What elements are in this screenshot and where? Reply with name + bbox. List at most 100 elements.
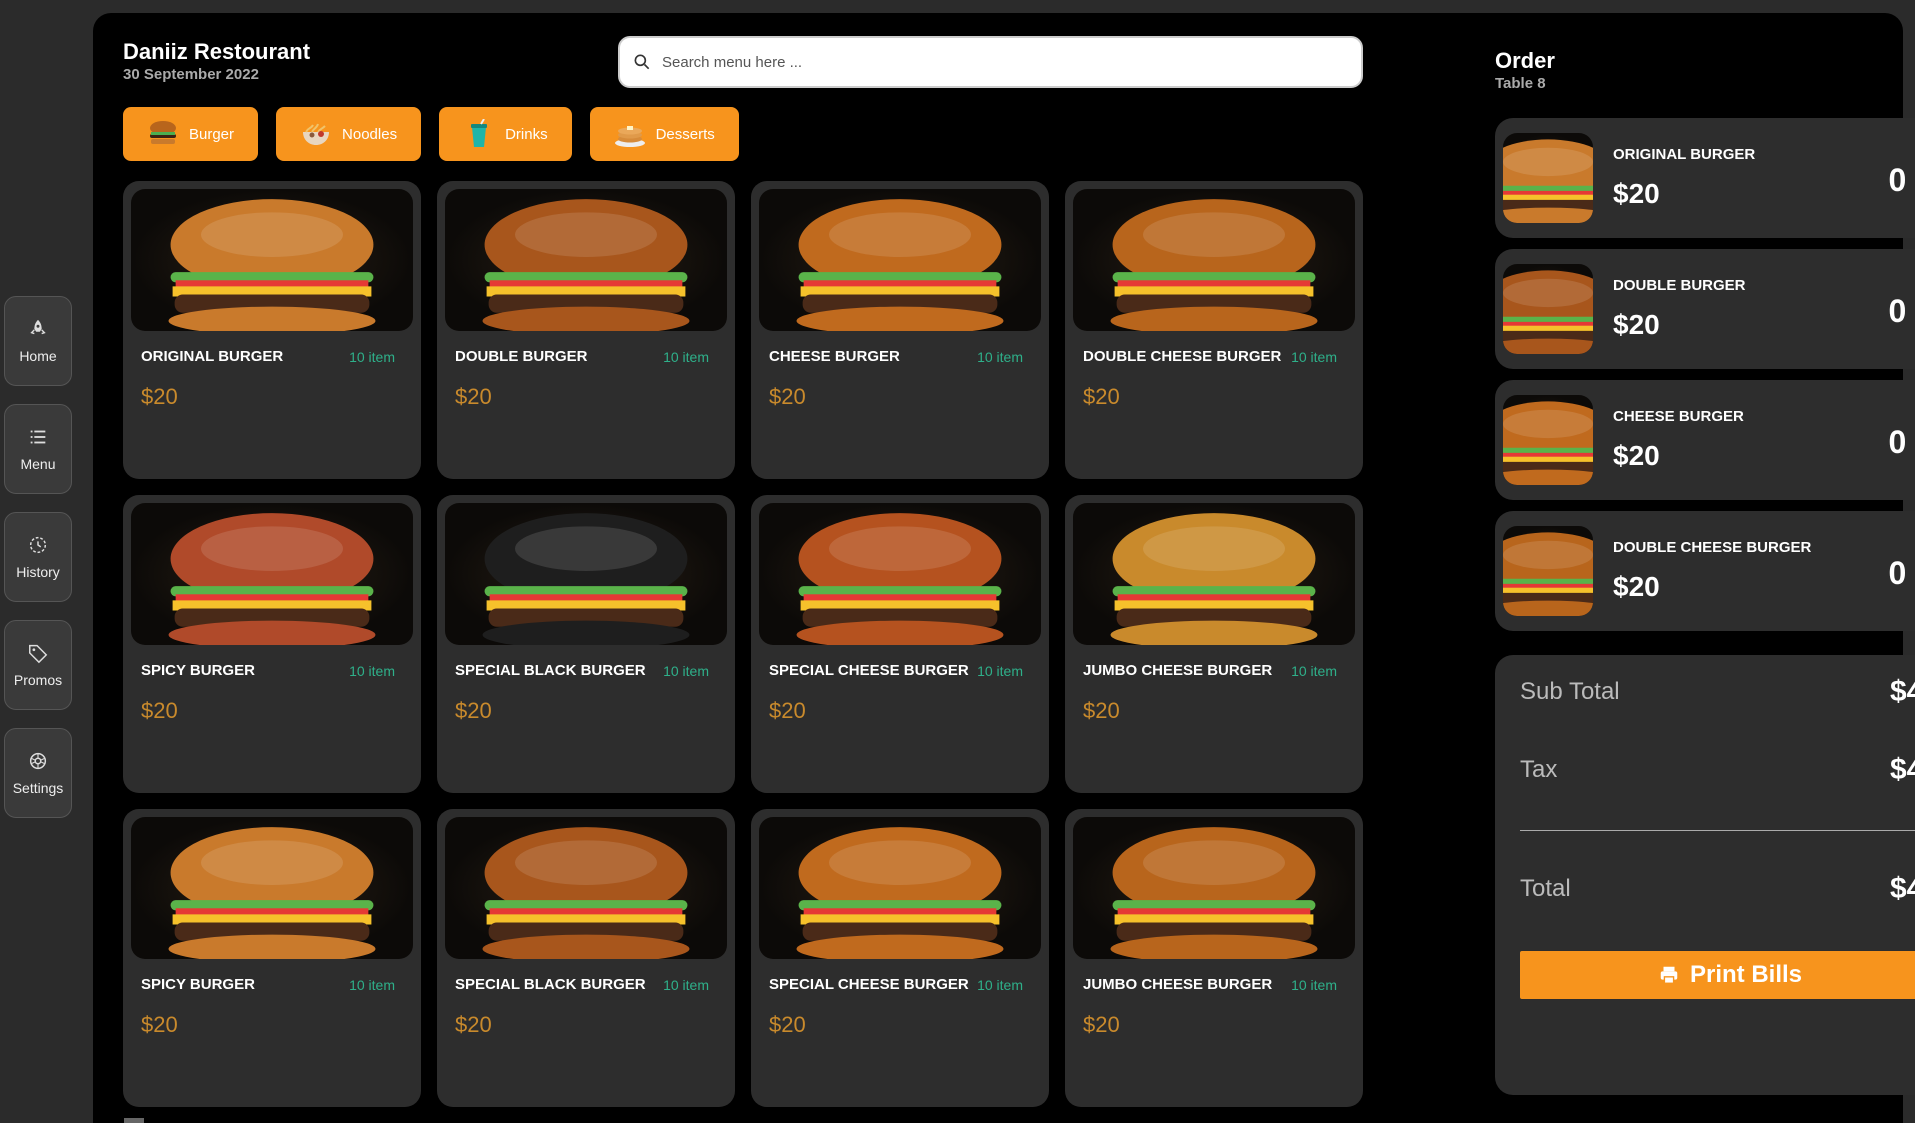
sidebar-item-history[interactable]: History (4, 512, 72, 602)
menu-card-image (1073, 817, 1355, 959)
total-label: Total (1520, 875, 1571, 902)
category-noodles[interactable]: Noodles (276, 107, 422, 161)
sidebar-item-menu[interactable]: Menu (4, 404, 72, 494)
search-icon (634, 54, 650, 70)
sidebar-item-promos[interactable]: Promos (4, 620, 72, 710)
current-date: 30 September 2022 (123, 66, 259, 83)
menu-card-stock: 10 item (1291, 349, 1337, 365)
menu-card-name: ORIGINAL BURGER (141, 348, 284, 365)
sidebar-item-label: Home (19, 348, 57, 364)
menu-card-name: DOUBLE CHEESE BURGER (1083, 348, 1282, 365)
menu-card[interactable]: SPECIAL CHEESE BURGER 10 item $20 (751, 809, 1049, 1107)
sidebar-item-home[interactable]: Home (4, 296, 72, 386)
noodles-icon (303, 123, 330, 145)
order-item-price: $20 (1613, 178, 1660, 209)
menu-card[interactable]: SPECIAL CHEESE BURGER 10 item $20 (751, 495, 1049, 793)
tag-icon (29, 644, 48, 664)
order-item-quantity[interactable]: 0 x (1889, 424, 1915, 461)
settings-icon (29, 752, 47, 770)
sidebar-item-settings[interactable]: Settings (4, 728, 72, 818)
menu-card-name: DOUBLE BURGER (455, 348, 588, 365)
menu-card-stock: 10 item (1291, 977, 1337, 993)
menu-card[interactable]: DOUBLE BURGER 10 item $20 (437, 181, 735, 479)
burger-photo (482, 827, 690, 959)
order-item[interactable]: DOUBLE CHEESE BURGER $20 0 x (1495, 511, 1915, 631)
menu-card-price: $20 (769, 384, 806, 409)
menu-card-stock: 10 item (349, 977, 395, 993)
horizontal-scrollbar[interactable] (124, 1118, 144, 1123)
order-item-image (1503, 133, 1593, 223)
burger-photo (168, 513, 376, 645)
menu-card[interactable]: SPICY BURGER 10 item $20 (123, 809, 421, 1107)
menu-card-price: $20 (141, 698, 178, 723)
summary-divider (1520, 830, 1915, 831)
order-item-quantity[interactable]: 0 x (1889, 293, 1915, 330)
burger-photo (1503, 401, 1593, 485)
menu-card[interactable]: CHEESE BURGER 10 item $20 (751, 181, 1049, 479)
menu-card[interactable]: ORIGINAL BURGER 10 item $20 (123, 181, 421, 479)
menu-card[interactable]: SPICY BURGER 10 item $20 (123, 495, 421, 793)
restaurant-name: Daniiz Restourant (123, 39, 311, 64)
drink-icon (471, 119, 488, 147)
menu-card-image (131, 503, 413, 645)
menu-card[interactable]: SPECIAL BLACK BURGER 10 item $20 (437, 809, 735, 1107)
menu-card-image (759, 817, 1041, 959)
order-summary: Sub Total $40 Tax $40 Total $40 Print Bi… (1495, 655, 1915, 1095)
menu-card-image (445, 503, 727, 645)
menu-card-price: $20 (141, 1012, 178, 1037)
menu-card[interactable]: DOUBLE CHEESE BURGER 10 item $20 (1065, 181, 1363, 479)
category-drinks[interactable]: Drinks (439, 107, 572, 161)
burger-photo (1503, 532, 1593, 616)
menu-card-name: SPICY BURGER (141, 976, 255, 993)
menu-card-image (759, 503, 1041, 645)
menu-card-price: $20 (1083, 1012, 1120, 1037)
rocket-icon (30, 319, 46, 335)
order-item-price: $20 (1613, 440, 1660, 471)
menu-card-image (1073, 503, 1355, 645)
pancake-icon (614, 126, 645, 147)
tax-row: Tax $40 (1520, 753, 1915, 787)
menu-card-price: $20 (769, 698, 806, 723)
menu-card[interactable]: SPECIAL BLACK BURGER 10 item $20 (437, 495, 735, 793)
category-desserts[interactable]: Desserts (589, 107, 739, 161)
menu-card-name: SPECIAL BLACK BURGER (455, 976, 646, 993)
category-burger[interactable]: Burger (123, 107, 259, 161)
sidebar: Home Menu History Promos Settings (4, 296, 72, 818)
burger-photo (1503, 139, 1593, 223)
menu-card-name: CHEESE BURGER (769, 348, 900, 365)
order-item-price: $20 (1613, 309, 1660, 340)
order-item-name: ORIGINAL BURGER (1613, 146, 1756, 163)
menu-card[interactable]: JUMBO CHEESE BURGER 10 item $20 (1065, 809, 1363, 1107)
menu-card-stock: 10 item (1291, 663, 1337, 679)
menu-card-price: $20 (769, 1012, 806, 1037)
category-label: Desserts (655, 125, 715, 143)
menu-card-image (131, 817, 413, 959)
order-item[interactable]: CHEESE BURGER $20 0 x (1495, 380, 1915, 500)
order-item[interactable]: DOUBLE BURGER $20 0 x (1495, 249, 1915, 369)
history-icon (29, 536, 47, 554)
menu-grid: ORIGINAL BURGER 10 item $20 DOUBLE BURGER 10… (123, 181, 1363, 1107)
order-item-quantity[interactable]: 0 x (1889, 162, 1915, 199)
print-bills-button[interactable]: Print Bills (1520, 951, 1915, 999)
burger-photo (168, 199, 376, 331)
burger-photo (1110, 827, 1318, 959)
order-item[interactable]: ORIGINAL BURGER $20 0 x (1495, 118, 1915, 238)
menu-card-price: $20 (455, 698, 492, 723)
order-item-quantity[interactable]: 0 x (1889, 555, 1915, 592)
category-label: Burger (189, 125, 235, 143)
burger-photo (1110, 199, 1318, 331)
sidebar-item-label: History (16, 564, 60, 580)
burger-photo (482, 199, 690, 331)
menu-card-stock: 10 item (349, 663, 395, 679)
total-value: $40 (1889, 872, 1915, 905)
search-bar[interactable] (618, 36, 1363, 88)
tax-label: Tax (1520, 756, 1558, 783)
menu-card-stock: 10 item (977, 349, 1023, 365)
search-input[interactable] (662, 53, 1342, 71)
menu-card-name: JUMBO CHEESE BURGER (1083, 662, 1273, 679)
menu-card-stock: 10 item (663, 663, 709, 679)
menu-card-price: $20 (1083, 384, 1120, 409)
order-item-image (1503, 395, 1593, 485)
menu-card-price: $20 (1083, 698, 1120, 723)
menu-card[interactable]: JUMBO CHEESE BURGER 10 item $20 (1065, 495, 1363, 793)
